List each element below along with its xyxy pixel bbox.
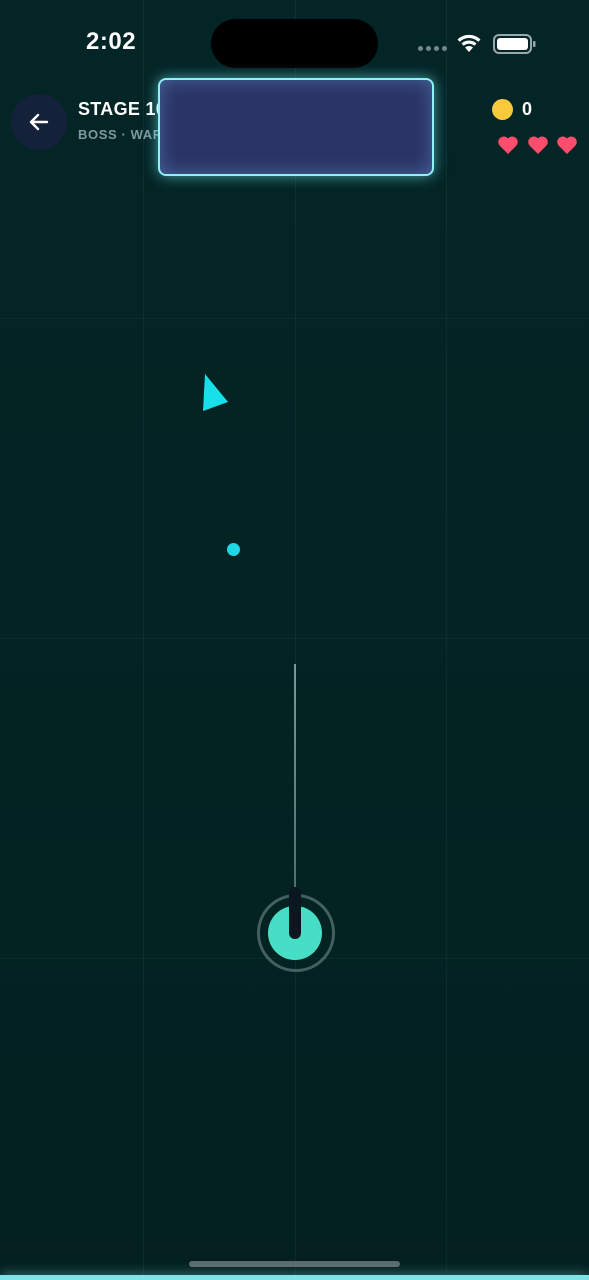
- grid-line: [0, 638, 589, 639]
- wifi-icon: [457, 34, 481, 52]
- heart-icon: [498, 136, 518, 154]
- heart-icon: [557, 136, 577, 154]
- grid-line: [295, 0, 296, 1280]
- arrow-left-icon: [29, 113, 49, 131]
- boss-warden-block: [158, 78, 434, 176]
- cellular-signal-icon: [418, 46, 447, 51]
- game-screen[interactable]: 2:02 STAGE 10/100 BOSS · WARDEN 0: [0, 0, 589, 1280]
- heart-icon: [528, 136, 548, 154]
- aim-line: [294, 664, 296, 904]
- grid-line: [143, 0, 144, 1280]
- projectile: [227, 543, 240, 556]
- battery-icon: [493, 34, 536, 54]
- cannon-barrel: [289, 887, 301, 939]
- grid-line: [446, 0, 447, 1280]
- floor-glow-line: [0, 1275, 589, 1280]
- coin-icon: [492, 99, 513, 120]
- grid-line: [0, 318, 589, 319]
- coin-count: 0: [522, 99, 533, 119]
- home-indicator[interactable]: [189, 1261, 400, 1267]
- dynamic-island: [211, 19, 378, 68]
- enemy-triangle: [203, 374, 228, 411]
- back-button[interactable]: [11, 94, 67, 150]
- status-time: 2:02: [86, 28, 137, 55]
